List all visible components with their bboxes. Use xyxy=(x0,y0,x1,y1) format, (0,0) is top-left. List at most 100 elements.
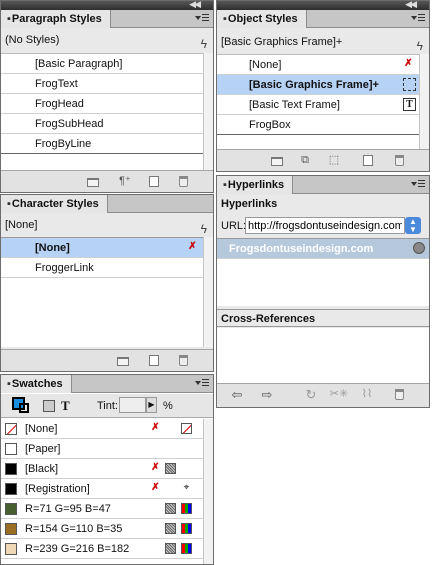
swatches-panel: ▪Swatches T Tint: ▶ % [None] ✗ [Paper] [… xyxy=(0,374,214,565)
style-name: FrogText xyxy=(35,78,78,90)
character-styles-panel: ▪Character Styles [None] ϟ [None] ✗ Frogg… xyxy=(0,194,214,372)
swatch-color-chip xyxy=(5,523,17,535)
swatch-name: R=239 G=216 B=182 xyxy=(25,543,130,555)
swatch-row[interactable]: [None] ✗ xyxy=(1,419,203,439)
swatch-row[interactable]: R=239 G=216 B=182 xyxy=(1,539,203,559)
list-item[interactable]: [Basic Graphics Frame]+ xyxy=(217,75,419,95)
tab-label: Swatches xyxy=(11,378,63,390)
go-to-source-icon[interactable]: ⇦ xyxy=(231,388,243,401)
scrollbar[interactable] xyxy=(419,54,429,150)
panel-menu-icon[interactable] xyxy=(195,13,209,24)
swatch-row[interactable]: [Registration] ✗ ⌖ xyxy=(1,479,203,499)
new-style-icon[interactable] xyxy=(149,176,159,187)
swatches-list: [None] ✗ [Paper] [Black] ✗ [Registration… xyxy=(1,419,203,564)
panel-footer: ¶⁺ xyxy=(1,170,213,192)
swatch-name: [Paper] xyxy=(25,443,61,455)
clear-overrides-icon[interactable]: ¶⁺ xyxy=(115,176,135,187)
tab-hyperlinks[interactable]: ▪Hyperlinks xyxy=(217,176,294,194)
list-item[interactable]: FrogHead xyxy=(1,94,203,114)
list-item[interactable]: [Basic Paragraph] xyxy=(1,54,203,74)
list-item[interactable]: [None] ✗ xyxy=(217,55,419,75)
url-row: URL: ▲▼ xyxy=(221,216,425,236)
cannot-edit-icon: ✗ xyxy=(404,58,413,69)
swatch-row[interactable]: R=154 G=110 B=35 xyxy=(1,519,203,539)
collapse-icon[interactable]: ◀◀ xyxy=(405,1,417,10)
scrollbar[interactable] xyxy=(203,53,213,171)
list-item[interactable]: Frogsdontuseindesign.com xyxy=(217,239,429,259)
dock-title-bar[interactable]: ◀◀ xyxy=(217,1,429,10)
none-color-icon xyxy=(181,423,192,434)
tab-swatches[interactable]: ▪Swatches xyxy=(1,375,72,393)
panel-menu-icon[interactable] xyxy=(411,13,425,24)
process-color-icon xyxy=(165,543,176,554)
cannot-edit-icon: ✗ xyxy=(188,241,197,252)
tab-character-styles[interactable]: ▪Character Styles xyxy=(1,195,108,213)
swatch-color-chip xyxy=(5,483,17,495)
swatch-name: [Black] xyxy=(25,463,59,475)
formatting-container-icon[interactable] xyxy=(43,400,55,412)
panel-menu-icon[interactable] xyxy=(411,179,425,190)
swatch-name: [Registration] xyxy=(25,483,90,495)
current-style-line: [None] ϟ xyxy=(1,214,213,236)
list-item[interactable]: FrogText xyxy=(1,74,203,94)
url-input[interactable] xyxy=(245,217,405,234)
panel-footer: ⇦ ⇨ ↻ ✂✳ ⌇⌇ xyxy=(217,383,429,407)
swatch-row[interactable]: [Black] ✗ xyxy=(1,459,203,479)
process-color-icon xyxy=(165,503,176,514)
new-cross-reference-icon[interactable]: ⌇⌇ xyxy=(355,389,379,400)
list-item[interactable]: [Basic Text Frame] T xyxy=(217,95,419,115)
list-item[interactable]: [None] ✗ xyxy=(1,238,203,258)
panel-menu-icon[interactable] xyxy=(195,378,209,389)
new-group-icon[interactable] xyxy=(87,178,99,187)
tab-object-styles[interactable]: ▪Object Styles xyxy=(217,10,307,28)
new-hyperlink-icon[interactable]: ✂✳ xyxy=(329,389,349,400)
clear-overrides-icon[interactable]: ⧉ xyxy=(297,155,313,166)
dock-title-bar[interactable]: ◀◀ xyxy=(1,1,213,10)
scrollbar[interactable] xyxy=(203,419,213,564)
rgb-color-icon xyxy=(181,503,192,514)
trash-icon[interactable] xyxy=(395,155,404,166)
cannot-edit-icon: ✗ xyxy=(151,462,160,473)
trash-icon[interactable] xyxy=(179,355,188,366)
tint-input[interactable] xyxy=(119,397,146,413)
new-style-icon[interactable] xyxy=(363,155,373,166)
globe-icon xyxy=(413,242,425,254)
clear-non-style-attributes-icon[interactable]: ⬚ xyxy=(325,155,343,166)
object-styles-panel: ◀◀ ▪Object Styles [Basic Graphics Frame]… xyxy=(216,0,430,172)
url-label: URL: xyxy=(221,220,247,232)
formatting-text-icon[interactable]: T xyxy=(61,398,70,414)
graphics-frame-icon xyxy=(403,78,416,91)
current-paragraph-style: (No Styles) xyxy=(5,34,60,46)
swatch-color-chip xyxy=(5,423,17,435)
registration-icon: ⌖ xyxy=(183,482,190,493)
current-character-style: [None] xyxy=(5,219,38,231)
url-dropdown-icon[interactable]: ▲ ▼ xyxy=(405,217,421,234)
stroke-box-icon[interactable] xyxy=(19,403,29,413)
list-item[interactable]: FroggerLink xyxy=(1,258,203,278)
list-item[interactable]: FrogSubHead xyxy=(1,114,203,134)
new-group-icon[interactable] xyxy=(117,357,129,366)
style-name: FrogBox xyxy=(249,119,291,131)
scrollbar[interactable] xyxy=(203,237,213,347)
percent-sign: % xyxy=(163,400,173,412)
new-group-icon[interactable] xyxy=(271,157,283,166)
tab-paragraph-styles[interactable]: ▪Paragraph Styles xyxy=(1,10,111,28)
swatch-row[interactable]: [Paper] xyxy=(1,439,203,459)
trash-icon[interactable] xyxy=(395,389,404,400)
rgb-color-icon xyxy=(181,523,192,534)
style-name: FrogSubHead xyxy=(35,118,104,130)
update-icon[interactable]: ↻ xyxy=(305,388,317,401)
list-item[interactable]: FrogByLine xyxy=(1,134,203,154)
character-styles-list: [None] ✗ FroggerLink xyxy=(1,237,203,347)
tab-label: Object Styles xyxy=(227,13,298,25)
trash-icon[interactable] xyxy=(179,176,188,187)
go-to-destination-icon[interactable]: ⇨ xyxy=(261,388,273,401)
quick-apply-icon[interactable]: ϟ xyxy=(201,33,207,55)
swatch-row[interactable]: R=71 G=95 B=47 xyxy=(1,499,203,519)
tint-slider-arrow-icon[interactable]: ▶ xyxy=(146,397,157,413)
style-name: [None] xyxy=(35,242,70,254)
new-style-icon[interactable] xyxy=(149,355,159,366)
collapse-icon[interactable]: ◀◀ xyxy=(189,1,201,10)
list-item[interactable]: FrogBox xyxy=(217,115,419,135)
hyperlinks-list: Frogsdontuseindesign.com xyxy=(217,238,429,306)
